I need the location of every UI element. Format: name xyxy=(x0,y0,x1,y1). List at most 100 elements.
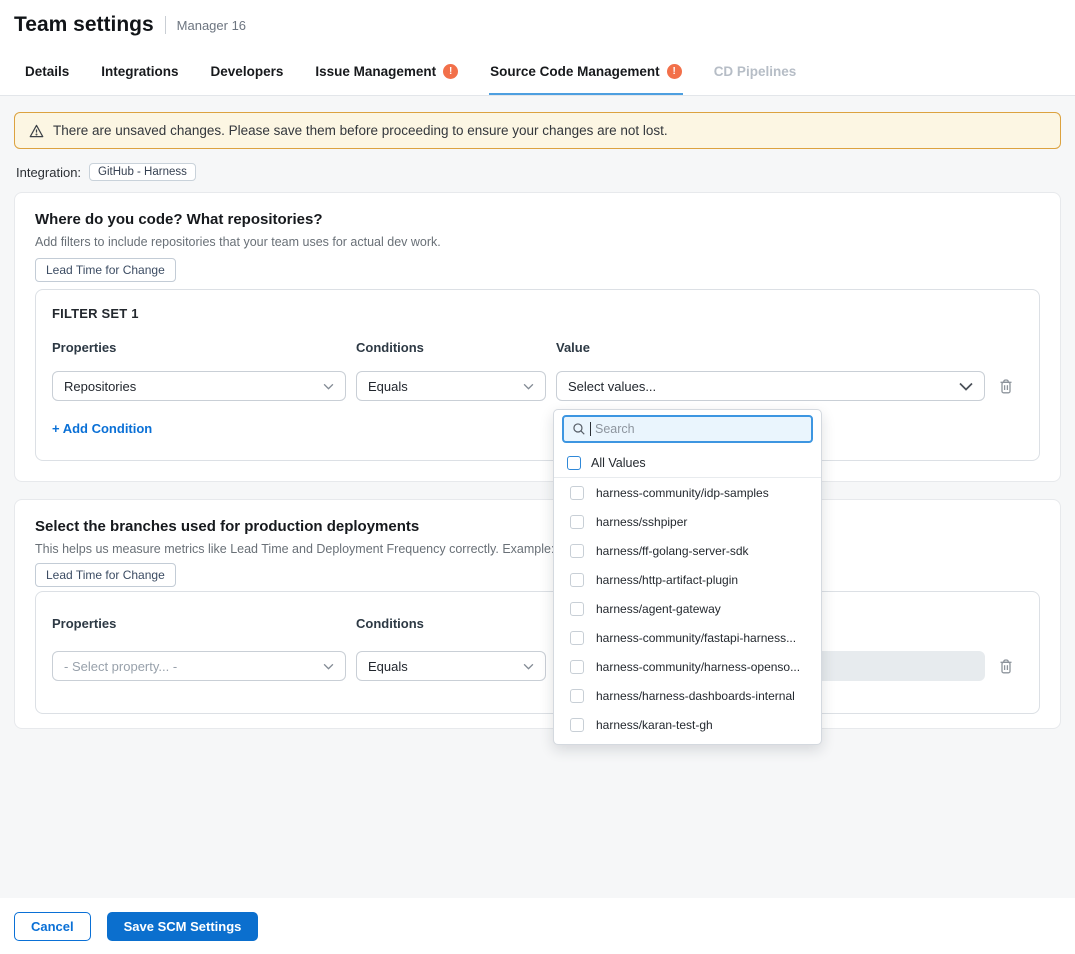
value-select-dropdown: Search All Values harness-community/idp-… xyxy=(553,409,822,745)
tab-label: Issue Management xyxy=(315,64,436,79)
value-column-label: Value xyxy=(556,340,985,355)
content-area: There are unsaved changes. Please save t… xyxy=(0,96,1075,898)
filter-column-headers: Properties Conditions xyxy=(52,616,1023,631)
properties-column-label: Properties xyxy=(52,340,346,355)
title-divider xyxy=(165,16,166,34)
section-title: Select the branches used for production … xyxy=(35,518,1040,536)
tab-developers[interactable]: Developers xyxy=(210,50,285,95)
dropdown-option[interactable]: harness/harness-dashboards-internal xyxy=(554,681,821,710)
tab-bar: Details Integrations Developers Issue Ma… xyxy=(0,50,1075,96)
option-label: harness/harness-dashboards-internal xyxy=(596,689,795,703)
dropdown-option[interactable]: harness-community/idp-samples xyxy=(554,478,821,507)
filter-set-card: FILTER SET 1 Properties Conditions Value… xyxy=(35,289,1040,461)
property-select-placeholder: - Select property... - xyxy=(64,659,177,674)
dropdown-option[interactable]: harness/agent-gateway xyxy=(554,594,821,623)
option-label: harness-community/harness-openso... xyxy=(596,660,800,674)
chevron-down-icon xyxy=(523,663,534,670)
option-checkbox[interactable] xyxy=(570,718,584,732)
warning-badge-icon: ! xyxy=(443,64,458,79)
filter-row: - Select property... - Equals xyxy=(52,651,1023,681)
dropdown-option[interactable]: harness/... xyxy=(554,739,821,745)
branches-section-card: Select the branches used for production … xyxy=(14,499,1061,729)
conditions-column-label: Conditions xyxy=(356,616,546,631)
integration-label: Integration: xyxy=(16,165,81,180)
chevron-down-icon xyxy=(523,383,534,390)
all-values-option[interactable]: All Values xyxy=(554,448,821,478)
option-checkbox[interactable] xyxy=(570,573,584,587)
filter-set-title: FILTER SET 1 xyxy=(52,306,1023,321)
trash-icon xyxy=(998,378,1014,395)
section-title: Where do you code? What repositories? xyxy=(35,211,1040,229)
property-select[interactable]: Repositories xyxy=(52,371,346,401)
option-label: harness/karan-test-gh xyxy=(596,718,713,732)
team-settings-page: Team settings Manager 16 Details Integra… xyxy=(0,0,1075,954)
section-subtitle: Add filters to include repositories that… xyxy=(35,234,1040,250)
option-checkbox[interactable] xyxy=(570,689,584,703)
tab-issue-management[interactable]: Issue Management ! xyxy=(314,50,459,95)
option-label: harness/agent-gateway xyxy=(596,602,721,616)
delete-filter-button[interactable] xyxy=(995,655,1017,677)
properties-column-label: Properties xyxy=(52,616,346,631)
all-values-checkbox[interactable] xyxy=(567,456,581,470)
dropdown-search-input[interactable]: Search xyxy=(562,415,813,443)
dropdown-option[interactable]: harness/http-artifact-plugin xyxy=(554,565,821,594)
option-checkbox[interactable] xyxy=(570,660,584,674)
text-cursor xyxy=(590,422,591,436)
tab-label: Developers xyxy=(211,64,284,79)
add-condition-button[interactable]: + Add Condition xyxy=(52,421,152,436)
condition-select-value: Equals xyxy=(368,659,408,674)
dropdown-option[interactable]: harness/karan-test-gh xyxy=(554,710,821,739)
integration-chip[interactable]: GitHub - Harness xyxy=(89,163,196,181)
lead-time-for-change-chip: Lead Time for Change xyxy=(35,258,176,282)
trash-icon xyxy=(998,658,1014,675)
search-icon xyxy=(572,422,586,436)
dropdown-option[interactable]: harness-community/harness-openso... xyxy=(554,652,821,681)
dropdown-option[interactable]: harness-community/fastapi-harness... xyxy=(554,623,821,652)
value-multiselect-text: Select values... xyxy=(568,379,656,394)
banner-text: There are unsaved changes. Please save t… xyxy=(53,123,668,138)
option-checkbox[interactable] xyxy=(570,515,584,529)
tab-label: CD Pipelines xyxy=(714,64,797,79)
tab-source-code-management[interactable]: Source Code Management ! xyxy=(489,50,683,95)
warning-triangle-icon xyxy=(29,124,44,138)
dropdown-option[interactable]: harness/ff-golang-server-sdk xyxy=(554,536,821,565)
filter-set-card: Properties Conditions - Select property.… xyxy=(35,591,1040,714)
condition-select[interactable]: Equals xyxy=(356,651,546,681)
lead-time-for-change-chip: Lead Time for Change xyxy=(35,563,176,587)
option-checkbox[interactable] xyxy=(570,486,584,500)
team-name-label: Manager 16 xyxy=(177,18,246,33)
option-checkbox[interactable] xyxy=(570,631,584,645)
option-label: harness/sshpiper xyxy=(596,515,687,529)
condition-select[interactable]: Equals xyxy=(356,371,546,401)
delete-filter-button[interactable] xyxy=(995,375,1017,397)
filter-row: Repositories Equals Select values... xyxy=(52,371,1023,401)
page-header: Team settings Manager 16 xyxy=(0,0,1075,50)
integration-row: Integration: GitHub - Harness xyxy=(16,163,1059,181)
cancel-button[interactable]: Cancel xyxy=(14,912,91,941)
tab-integrations[interactable]: Integrations xyxy=(100,50,179,95)
value-multiselect[interactable]: Select values... xyxy=(556,371,985,401)
condition-select-value: Equals xyxy=(368,379,408,394)
tab-label: Integrations xyxy=(101,64,178,79)
tab-details[interactable]: Details xyxy=(24,50,70,95)
unsaved-changes-banner: There are unsaved changes. Please save t… xyxy=(14,112,1061,149)
chevron-down-icon xyxy=(959,382,973,391)
all-values-label: All Values xyxy=(591,456,646,470)
conditions-column-label: Conditions xyxy=(356,340,546,355)
option-checkbox[interactable] xyxy=(570,544,584,558)
option-label: harness-community/idp-samples xyxy=(596,486,769,500)
tab-label: Details xyxy=(25,64,69,79)
property-select[interactable]: - Select property... - xyxy=(52,651,346,681)
filter-column-headers: Properties Conditions Value xyxy=(52,340,1023,355)
option-label: harness/ff-golang-server-sdk xyxy=(596,544,749,558)
save-scm-settings-button[interactable]: Save SCM Settings xyxy=(107,912,259,941)
footer-action-bar: Cancel Save SCM Settings xyxy=(0,898,1075,954)
option-checkbox[interactable] xyxy=(570,602,584,616)
warning-badge-icon: ! xyxy=(667,64,682,79)
option-label: harness-community/fastapi-harness... xyxy=(596,631,796,645)
property-select-value: Repositories xyxy=(64,379,136,394)
dropdown-option[interactable]: harness/sshpiper xyxy=(554,507,821,536)
tab-cd-pipelines[interactable]: CD Pipelines xyxy=(713,50,798,95)
chevron-down-icon xyxy=(323,383,334,390)
page-title: Team settings xyxy=(14,13,154,37)
